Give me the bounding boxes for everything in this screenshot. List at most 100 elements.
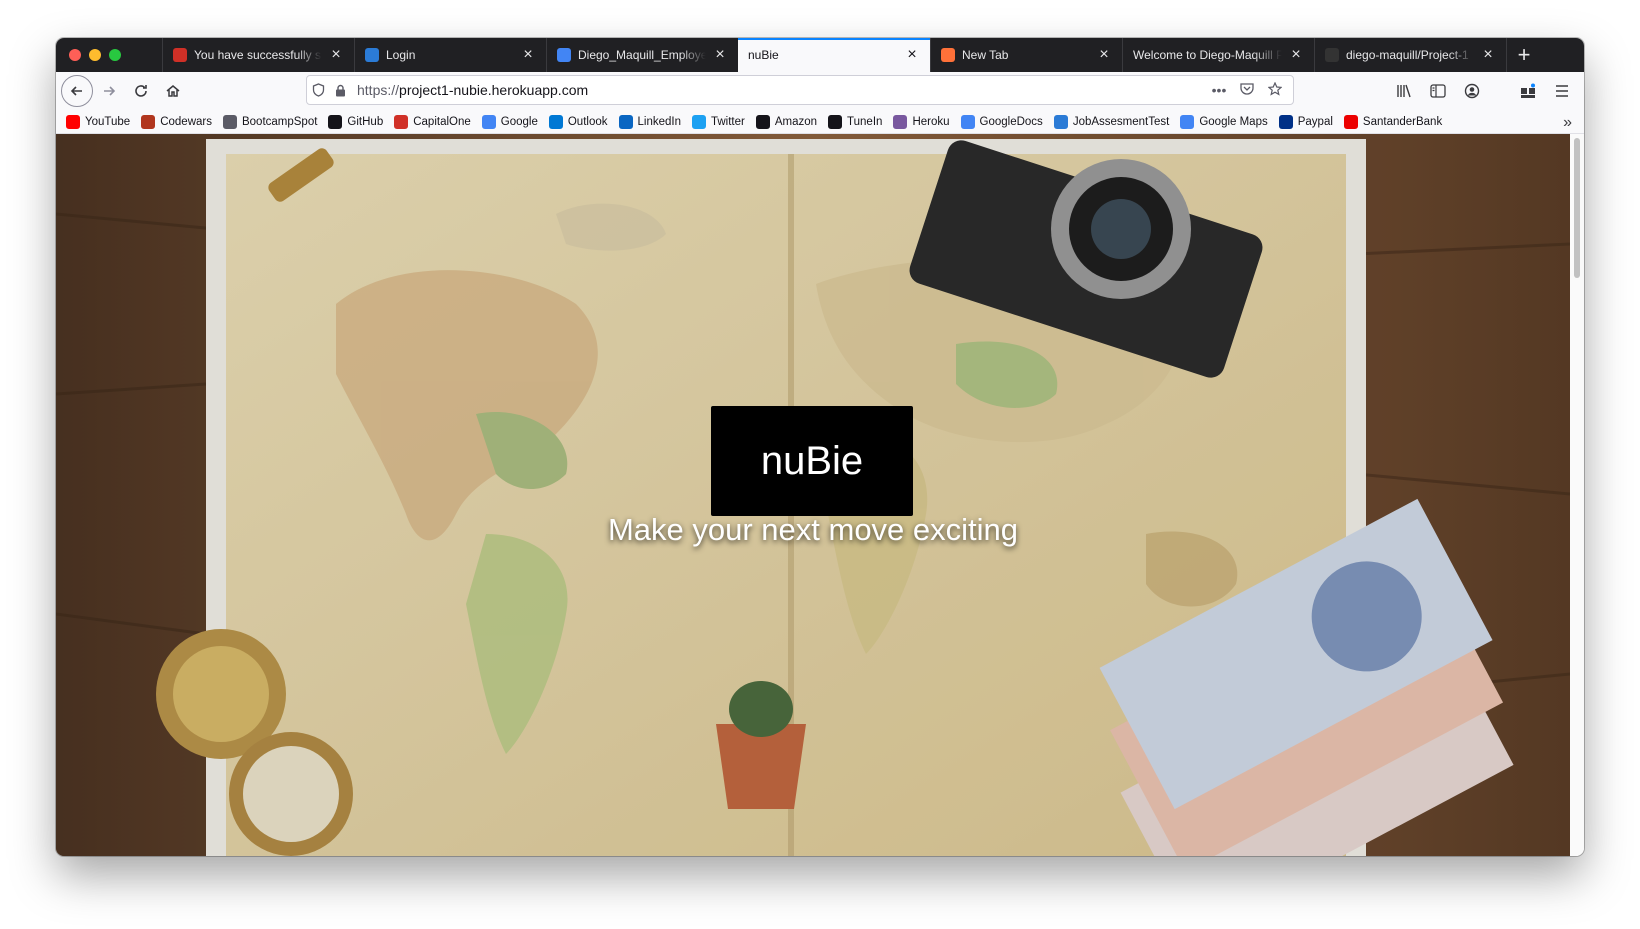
bookmark-label: SantanderBank [1362, 115, 1443, 128]
bookmark-star-icon[interactable] [1263, 81, 1287, 99]
google-docs-icon [557, 48, 571, 62]
extensions-button[interactable] [1512, 75, 1544, 107]
zoom-window-button[interactable] [109, 49, 121, 61]
lock-icon[interactable] [329, 84, 351, 97]
globe-icon [222, 114, 237, 129]
bookmark-item[interactable]: CapitalOne [394, 114, 471, 129]
bookmark-item[interactable]: LinkedIn [618, 114, 681, 129]
tab-title: diego-maquill/Project-1 [1346, 48, 1469, 62]
santander-icon [1343, 114, 1358, 129]
browser-tab[interactable]: Welcome to Diego-Maquill Pages × [1122, 38, 1314, 72]
bookmark-label: Codewars [160, 115, 212, 128]
sidebar-icon [1430, 84, 1446, 98]
bookmark-item[interactable]: Twitter [691, 114, 745, 129]
url-protocol: https:// [357, 82, 400, 98]
bookmark-label: Amazon [774, 115, 818, 128]
browser-window: You have successfully signed in×Login×Di… [56, 38, 1584, 856]
bookmark-label: BootcampSpot [241, 115, 318, 128]
bookmark-item[interactable]: YouTube [66, 114, 130, 129]
bookmark-item[interactable]: Google [481, 114, 538, 129]
bookmark-label: Twitter [710, 115, 745, 128]
youtube-icon [66, 114, 80, 129]
bookmark-label: GoogleDocs [979, 115, 1043, 128]
arrow-left-icon [70, 86, 82, 96]
browser-tab[interactable]: Login × [354, 38, 546, 72]
close-tab-icon[interactable]: × [1480, 47, 1496, 63]
outlook-icon [548, 114, 563, 129]
menu-button[interactable] [1546, 75, 1578, 107]
bookmark-item[interactable]: Codewars [141, 114, 212, 129]
scrollbar-thumb[interactable] [1574, 138, 1580, 278]
bookmark-item[interactable]: BootcampSpot [222, 114, 318, 129]
bookmark-item[interactable]: SantanderBank [1343, 114, 1443, 129]
bootcamp-icon [1053, 114, 1068, 129]
tab-title: You have successfully signed in [194, 48, 322, 62]
bookmarks-toolbar: YouTube Codewars BootcampSpot GitHub Capital… [56, 110, 1584, 134]
github-icon [1325, 48, 1339, 62]
bookmark-label: LinkedIn [637, 115, 681, 128]
close-tab-icon[interactable]: × [1288, 47, 1304, 63]
bookmark-item[interactable]: GoogleDocs [960, 114, 1043, 129]
url-bar[interactable]: https://project1-nubie.herokuapp.com ••• [306, 75, 1294, 105]
bookmark-label: Heroku [912, 115, 950, 128]
tab-strip: You have successfully signed in×Login×Di… [56, 38, 1584, 72]
library-icon [1397, 84, 1411, 98]
close-window-button[interactable] [69, 49, 81, 61]
more-bookmarks-chevron-icon[interactable]: » [1563, 114, 1572, 132]
close-tab-icon[interactable]: × [904, 47, 920, 63]
page-title: nuBie [711, 406, 913, 516]
github-icon [328, 114, 343, 129]
tunein-icon [828, 114, 843, 129]
browser-tab[interactable]: diego-maquill/Project-1 × [1314, 38, 1506, 72]
browser-tab[interactable]: nuBie × [738, 38, 930, 72]
reload-button[interactable] [125, 75, 157, 107]
account-button[interactable] [1456, 75, 1488, 107]
heroku-icon [893, 114, 908, 129]
back-button[interactable] [61, 75, 93, 107]
minimize-window-button[interactable] [89, 49, 101, 61]
bookmark-item[interactable]: Amazon [755, 114, 818, 129]
account-icon [1464, 83, 1480, 99]
arrow-right-icon [104, 86, 116, 96]
hamburger-menu-icon [1556, 85, 1568, 97]
bookmark-item[interactable]: TuneIn [828, 114, 882, 129]
bookmark-item[interactable]: Outlook [548, 114, 608, 129]
bookmark-item[interactable]: Paypal [1278, 114, 1333, 129]
browser-tab[interactable]: You have successfully signed in × [162, 38, 354, 72]
browser-tab[interactable]: Diego_Maquill_Employee × [546, 38, 738, 72]
tab-title: Login [386, 48, 416, 62]
bookmark-label: JobAssesmentTest [1072, 115, 1170, 128]
linkedin-icon [618, 114, 633, 129]
library-button[interactable] [1388, 75, 1420, 107]
close-tab-icon[interactable]: × [520, 47, 536, 63]
browser-tab[interactable]: New Tab × [930, 38, 1122, 72]
bookmark-item[interactable]: JobAssesmentTest [1053, 114, 1170, 129]
home-button[interactable] [157, 75, 189, 107]
close-tab-icon[interactable]: × [328, 47, 344, 63]
amazon-icon [755, 114, 770, 129]
capitalone-icon [394, 114, 409, 129]
new-tab-button[interactable]: + [1506, 38, 1541, 72]
bookmark-item[interactable]: GitHub [328, 114, 383, 129]
twitter-icon [691, 114, 706, 129]
page-actions-icon[interactable]: ••• [1207, 82, 1231, 99]
tracking-protection-icon[interactable] [307, 83, 329, 97]
window-controls [56, 38, 162, 72]
sidebar-button[interactable] [1422, 75, 1454, 107]
firefox-icon [941, 48, 955, 62]
google-icon [481, 114, 496, 129]
bookmark-item[interactable]: Google Maps [1180, 114, 1268, 129]
bookmark-label: Google [500, 115, 538, 128]
close-tab-icon[interactable]: × [712, 47, 728, 63]
url-text[interactable]: https://project1-nubie.herokuapp.com [357, 82, 1207, 98]
bookmark-item[interactable]: Heroku [893, 114, 950, 129]
page-scrollbar[interactable] [1570, 134, 1584, 856]
google-docs-icon [960, 114, 975, 129]
google-icon [1180, 114, 1195, 129]
bookmark-label: Google Maps [1199, 115, 1268, 128]
tab-title: Welcome to Diego-Maquill Pages [1133, 48, 1282, 62]
pocket-icon[interactable] [1235, 82, 1259, 99]
forward-button[interactable] [93, 75, 125, 107]
close-tab-icon[interactable]: × [1096, 47, 1112, 63]
